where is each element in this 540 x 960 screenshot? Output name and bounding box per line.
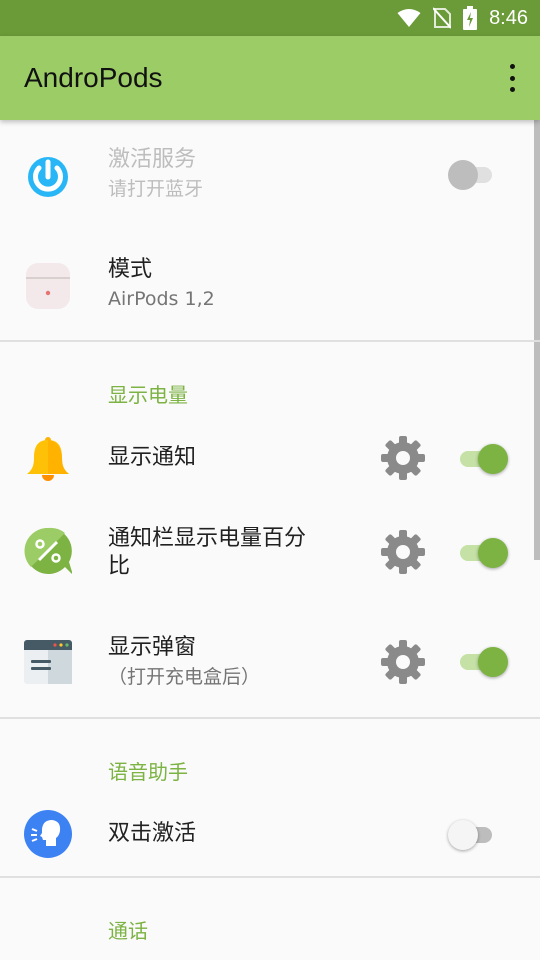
popup-title: 显示弹窗	[108, 635, 197, 660]
show-notification-switch[interactable]	[456, 443, 508, 474]
mode-title: 模式	[108, 257, 153, 282]
gear-icon[interactable]	[380, 639, 426, 685]
voice-head-icon	[24, 810, 72, 858]
activate-service-title: 激活服务	[108, 147, 197, 172]
statusbar-percent-switch[interactable]	[456, 537, 508, 568]
mode-summary: AirPods 1,2	[108, 288, 215, 310]
mode-setting[interactable]: 模式 AirPods 1,2	[0, 230, 540, 340]
power-icon	[28, 157, 68, 197]
category-battery: 显示电量	[108, 383, 188, 407]
popup-setting[interactable]: 显示弹窗 （打开充电盒后）	[0, 601, 540, 717]
activate-service-switch[interactable]	[448, 159, 500, 190]
gear-icon[interactable]	[380, 529, 426, 575]
category-call: 通话	[108, 919, 148, 943]
battery-charging-icon	[463, 6, 478, 30]
popup-summary: （打开充电盒后）	[108, 666, 261, 688]
show-notification-setting[interactable]: 显示通知	[0, 415, 540, 501]
activate-service-summary: 请打开蓝牙	[108, 178, 204, 200]
double-tap-title: 双击激活	[108, 821, 197, 846]
more-vert-icon[interactable]	[506, 64, 518, 92]
bell-icon	[27, 437, 69, 481]
divider	[0, 717, 540, 719]
percent-icon	[24, 527, 72, 574]
category-voice-assistant: 语音助手	[108, 760, 188, 784]
divider	[0, 876, 540, 878]
statusbar-percent-title-line1: 通知栏显示电量百分	[108, 526, 307, 551]
no-sim-icon	[433, 7, 452, 29]
double-tap-setting[interactable]: 双击激活	[0, 792, 540, 876]
window-icon	[24, 640, 72, 684]
activate-service-setting: 激活服务 请打开蓝牙	[0, 120, 540, 230]
clock: 8:46	[489, 6, 528, 29]
airpods-case-icon	[26, 263, 70, 309]
statusbar-percent-title-line2: 比	[108, 554, 131, 579]
wifi-icon	[397, 9, 421, 27]
show-notification-title: 显示通知	[108, 445, 197, 470]
app-bar: AndroPods	[0, 36, 540, 120]
app-title: AndroPods	[24, 62, 163, 93]
gear-icon[interactable]	[380, 435, 426, 481]
status-bar: 8:46	[0, 0, 540, 36]
statusbar-percent-setting[interactable]: 通知栏显示电量百分 比	[0, 501, 540, 601]
popup-switch[interactable]	[456, 646, 508, 677]
double-tap-switch[interactable]	[448, 819, 500, 850]
divider	[0, 340, 540, 342]
